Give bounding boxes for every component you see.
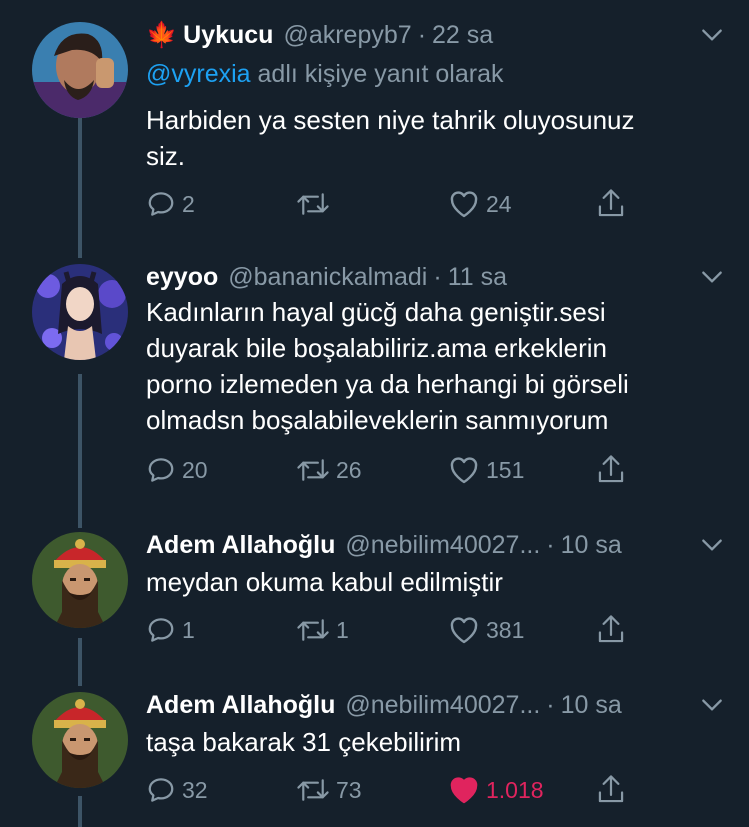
retweet-button[interactable]: 26 bbox=[296, 452, 362, 488]
chevron-down-icon[interactable] bbox=[699, 22, 725, 48]
like-button[interactable]: 1.018 bbox=[448, 772, 544, 808]
reply-button[interactable]: 32 bbox=[146, 772, 208, 808]
like-count: 1.018 bbox=[486, 776, 544, 803]
share-button[interactable] bbox=[596, 452, 626, 488]
tweet-text-line: siz. bbox=[146, 141, 185, 171]
maple-leaf-icon: 🍁 bbox=[146, 20, 178, 49]
reply-count: 20 bbox=[182, 456, 208, 483]
tweet[interactable]: Adem Allahoğlu @nebilim40027... · 10 sa … bbox=[0, 686, 749, 816]
reply-count: 32 bbox=[182, 776, 208, 803]
tweet-header: Adem Allahoğlu @nebilim40027... · 10 sa bbox=[146, 686, 725, 724]
timestamp[interactable]: 10 sa bbox=[561, 531, 622, 560]
chevron-down-icon[interactable] bbox=[699, 692, 725, 718]
like-button[interactable]: 151 bbox=[448, 452, 524, 488]
tweet-text-line: Harbiden ya sesten niye tahrik oluyosunu… bbox=[146, 105, 635, 135]
avatar[interactable] bbox=[32, 692, 128, 788]
retweet-icon bbox=[297, 193, 329, 215]
retweet-button[interactable] bbox=[296, 186, 336, 222]
mention-link[interactable]: @vyrexia bbox=[146, 60, 251, 88]
timestamp[interactable]: 22 sa bbox=[432, 21, 493, 50]
author-name[interactable]: Adem Allahoğlu bbox=[146, 531, 335, 560]
tweet-text: taşa bakarak 31 çekebilirim bbox=[146, 724, 706, 760]
author-handle[interactable]: @nebilim40027... bbox=[345, 531, 540, 560]
share-icon bbox=[598, 455, 624, 483]
tweet[interactable]: eyyoo @bananickalmadi · 11 sa Kadınların… bbox=[0, 258, 749, 508]
reply-context: @vyrexia adlı kişiye yanıt olarak bbox=[146, 60, 503, 89]
retweet-icon bbox=[297, 459, 329, 481]
author-name[interactable]: Adem Allahoğlu bbox=[146, 691, 335, 720]
chevron-down-icon[interactable] bbox=[699, 532, 725, 558]
author-handle[interactable]: @bananickalmadi bbox=[228, 263, 427, 292]
heart-filled-icon bbox=[450, 777, 478, 804]
share-button[interactable] bbox=[596, 612, 626, 648]
tweet-actions: 1 1 381 bbox=[146, 612, 646, 648]
like-count: 381 bbox=[486, 616, 525, 643]
tweet-text-line: taşa bakarak 31 çekebilirim bbox=[146, 727, 462, 757]
tweet-header: 🍁 Uykucu @akrepyb7 · 22 sa bbox=[146, 16, 725, 54]
separator-dot: · bbox=[546, 690, 555, 719]
heart-icon bbox=[450, 617, 478, 644]
chevron-down-icon[interactable] bbox=[699, 264, 725, 290]
retweet-icon bbox=[297, 779, 329, 801]
avatar[interactable] bbox=[32, 532, 128, 628]
author-name[interactable]: eyyoo bbox=[146, 263, 218, 292]
timestamp[interactable]: 11 sa bbox=[448, 263, 507, 292]
reply-context-text: adlı kişiye yanıt olarak bbox=[250, 60, 504, 88]
heart-icon bbox=[450, 191, 478, 218]
reply-icon bbox=[148, 458, 174, 482]
tweet-text: meydan okuma kabul edilmiştir bbox=[146, 564, 706, 600]
like-button[interactable]: 24 bbox=[448, 186, 512, 222]
tweet-actions: 2 24 bbox=[146, 186, 646, 222]
share-icon bbox=[598, 615, 624, 643]
retweet-button[interactable]: 1 bbox=[296, 612, 349, 648]
retweet-icon bbox=[297, 619, 329, 641]
reply-icon bbox=[148, 618, 174, 642]
avatar[interactable] bbox=[32, 264, 128, 360]
author-name[interactable]: Uykucu bbox=[183, 21, 273, 50]
share-icon bbox=[598, 775, 624, 803]
author-handle[interactable]: @nebilim40027... bbox=[345, 691, 540, 720]
share-button[interactable] bbox=[596, 186, 626, 222]
tweet-header: Adem Allahoğlu @nebilim40027... · 10 sa bbox=[146, 526, 725, 564]
reply-button[interactable]: 2 bbox=[146, 186, 195, 222]
tweet-text-line: olmadsn boşalabileveklerin sanmıyorum bbox=[146, 405, 609, 435]
share-button[interactable] bbox=[596, 772, 626, 808]
retweet-count: 1 bbox=[336, 616, 349, 643]
tweet-actions: 32 73 1.018 bbox=[146, 772, 646, 808]
tweet-text-line: duyarak bile boşalabiliriz.ama erkekleri… bbox=[146, 333, 607, 363]
tweet-text-line: porno izlemeden ya da herhangi bi görsel… bbox=[146, 369, 629, 399]
timestamp[interactable]: 10 sa bbox=[561, 691, 622, 720]
like-button[interactable]: 381 bbox=[448, 612, 524, 648]
avatar[interactable] bbox=[32, 22, 128, 118]
author-handle[interactable]: @akrepyb7 bbox=[283, 21, 411, 50]
separator-dot: · bbox=[433, 262, 442, 291]
reply-count: 1 bbox=[182, 616, 195, 643]
retweet-count: 26 bbox=[336, 456, 362, 483]
reply-button[interactable]: 20 bbox=[146, 452, 208, 488]
retweet-button[interactable]: 73 bbox=[296, 772, 362, 808]
separator-dot: · bbox=[417, 20, 427, 49]
tweet[interactable]: 🍁 Uykucu @akrepyb7 · 22 sa @vyrexia adlı… bbox=[0, 16, 749, 246]
reply-icon bbox=[148, 778, 174, 802]
share-icon bbox=[598, 189, 624, 217]
tweet-text: Harbiden ya sesten niye tahrik oluyosunu… bbox=[146, 102, 706, 174]
tweet-header: eyyoo @bananickalmadi · 11 sa bbox=[146, 258, 725, 296]
tweet-actions: 20 26 151 bbox=[146, 452, 646, 488]
reply-icon bbox=[148, 192, 174, 216]
reply-count: 2 bbox=[182, 190, 195, 217]
like-count: 151 bbox=[486, 456, 525, 483]
tweet-text-line: Kadınların hayal gücğ daha geniştir.sesi bbox=[146, 297, 606, 327]
reply-button[interactable]: 1 bbox=[146, 612, 195, 648]
tweet-text-line: meydan okuma kabul edilmiştir bbox=[146, 567, 503, 597]
tweet-text: Kadınların hayal gücğ daha geniştir.sesi… bbox=[146, 294, 706, 438]
retweet-count: 73 bbox=[336, 776, 362, 803]
separator-dot: · bbox=[546, 530, 555, 559]
tweet[interactable]: Adem Allahoğlu @nebilim40027... · 10 sa … bbox=[0, 526, 749, 656]
like-count: 24 bbox=[486, 190, 512, 217]
heart-icon bbox=[450, 457, 478, 484]
